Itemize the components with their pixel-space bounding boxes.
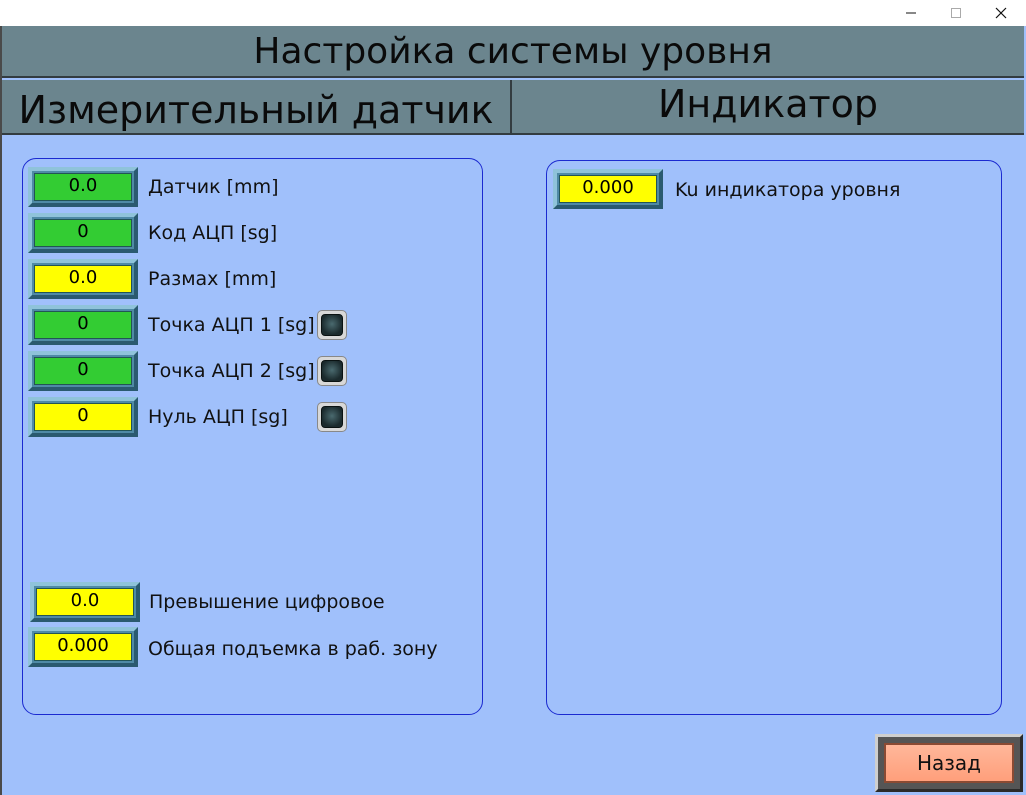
adc-point-2-field[interactable]: 0 bbox=[28, 351, 138, 391]
adc-point-2-label: Точка АЦП 2 [sg] bbox=[148, 360, 315, 382]
adc-zero-field[interactable]: 0 bbox=[28, 397, 138, 437]
adc-zero-label: Нуль АЦП [sg] bbox=[148, 406, 288, 428]
adc-zero-set-button[interactable] bbox=[317, 402, 347, 432]
total-lift-value: 0.000 bbox=[34, 633, 132, 661]
digital-excess-value: 0.0 bbox=[36, 588, 134, 616]
range-label: Размах [mm] bbox=[148, 268, 277, 290]
minimize-button[interactable] bbox=[888, 0, 934, 26]
maximize-icon bbox=[951, 8, 961, 18]
indicator-lamp-icon bbox=[321, 360, 343, 382]
back-button-label: Назад bbox=[884, 743, 1014, 783]
digital-excess-label: Превышение цифровое bbox=[149, 591, 385, 613]
range-field[interactable]: 0.0 bbox=[28, 259, 138, 299]
digital-excess-field[interactable]: 0.0 bbox=[30, 582, 140, 622]
range-value: 0.0 bbox=[34, 265, 132, 293]
adc-zero-value: 0 bbox=[34, 403, 132, 431]
sensor-label: Датчик [mm] bbox=[148, 176, 279, 198]
adc-point-1-label: Точка АЦП 1 [sg] bbox=[148, 314, 315, 336]
ku-indicator-label: Ku индикатора уровня bbox=[675, 179, 901, 201]
adc-point-1-field[interactable]: 0 bbox=[28, 305, 138, 345]
total-lift-label: Общая подъемка в раб. зону bbox=[148, 638, 438, 660]
minimize-icon bbox=[906, 12, 916, 14]
close-button[interactable] bbox=[978, 0, 1024, 26]
adc-code-value: 0 bbox=[34, 219, 132, 247]
ku-indicator-value: 0.000 bbox=[559, 175, 657, 203]
adc-code-label: Код АЦП [sg] bbox=[148, 222, 278, 244]
ku-indicator-field[interactable]: 0.000 bbox=[553, 169, 663, 209]
window-titlebar bbox=[0, 0, 1026, 26]
page-title: Настройка системы уровня bbox=[2, 26, 1024, 78]
adc-point-2-set-button[interactable] bbox=[317, 356, 347, 386]
close-icon bbox=[995, 7, 1007, 19]
indicator-lamp-icon bbox=[321, 406, 343, 428]
back-button[interactable]: Назад bbox=[875, 734, 1023, 792]
sensor-value: 0.0 bbox=[34, 173, 132, 201]
adc-point-1-set-button[interactable] bbox=[317, 310, 347, 340]
indicator-lamp-icon bbox=[321, 314, 343, 336]
maximize-button[interactable] bbox=[933, 0, 979, 26]
sensor-value-field[interactable]: 0.0 bbox=[28, 167, 138, 207]
tab-measuring-sensor[interactable]: Измерительный датчик bbox=[2, 80, 512, 135]
adc-point-1-value: 0 bbox=[34, 311, 132, 339]
indicator-panel bbox=[546, 160, 1002, 715]
total-lift-field[interactable]: 0.000 bbox=[28, 627, 138, 667]
adc-point-2-value: 0 bbox=[34, 357, 132, 385]
adc-code-field[interactable]: 0 bbox=[28, 213, 138, 253]
tab-indicator[interactable]: Индикатор bbox=[512, 80, 1024, 135]
